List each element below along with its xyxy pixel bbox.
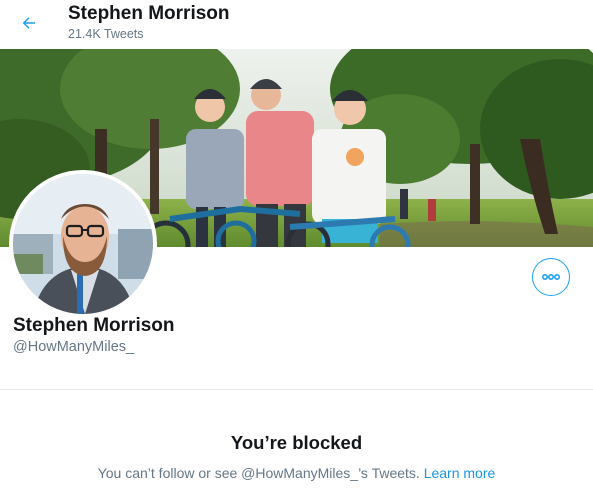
profile-handle: @HowManyMiles_ [13, 339, 135, 355]
profile-name: Stephen Morrison [13, 315, 175, 336]
avatar[interactable] [9, 170, 157, 318]
more-horizontal-icon [541, 274, 561, 281]
divider [0, 389, 593, 390]
profile-page: Stephen Morrison 21.4K Tweets Stephen Mo… [0, 0, 593, 498]
header-title: Stephen Morrison [68, 3, 230, 24]
blocked-description: You can’t follow or see @HowManyMiles_’s… [97, 465, 420, 481]
learn-more-link[interactable]: Learn more [424, 465, 496, 481]
arrow-left-icon [22, 17, 35, 29]
profile-header: Stephen Morrison 21.4K Tweets [0, 0, 593, 49]
avatar-photo [13, 174, 153, 314]
blocked-title: You’re blocked [230, 432, 363, 453]
back-button[interactable] [12, 6, 46, 40]
blocked-description-line: You can’t follow or see @HowManyMiles_’s… [0, 465, 593, 481]
tweet-count: 21.4K Tweets [68, 27, 144, 41]
more-options-button[interactable] [532, 258, 570, 296]
